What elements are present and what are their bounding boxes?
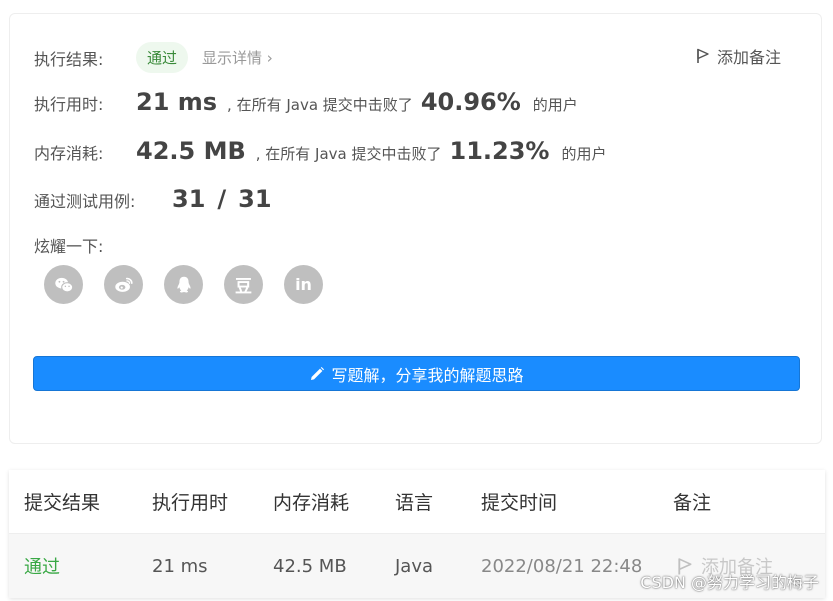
runtime-percent: 40.96%: [420, 88, 521, 116]
status-badge: 通过: [136, 42, 189, 73]
share-icons: 豆 in: [44, 265, 323, 304]
show-details-link[interactable]: 显示详情 ›: [202, 47, 273, 68]
result-row: 执行结果: 通过 显示详情 ›: [34, 42, 273, 73]
tests-passed: 31: [172, 185, 206, 213]
memory-percent: 11.23%: [449, 137, 550, 165]
qq-icon[interactable]: [164, 265, 203, 304]
linkedin-glyph: in: [295, 275, 312, 294]
result-label: 执行结果:: [34, 49, 104, 69]
watermark: CSDN @努力学习的梅子: [640, 573, 819, 592]
runtime-desc: , 在所有 Java 提交中击败了: [227, 96, 413, 114]
row-result[interactable]: 通过: [24, 534, 60, 598]
memory-row: 内存消耗: 42.5 MB , 在所有 Java 提交中击败了 11.23% 的…: [34, 137, 607, 165]
submission-result-card: 执行结果: 通过 显示详情 › 添加备注 执行用时: 21 ms , 在所有 J…: [9, 13, 822, 444]
header-result: 提交结果: [24, 492, 101, 514]
memory-label: 内存消耗:: [34, 144, 104, 163]
tests-separator: /: [217, 185, 227, 213]
header-note: 备注: [673, 492, 712, 514]
header-runtime: 执行用时: [152, 492, 229, 514]
runtime-label: 执行用时:: [34, 95, 104, 114]
header-submit-time: 提交时间: [481, 492, 558, 514]
row-language: Java: [395, 555, 434, 577]
wechat-icon[interactable]: [44, 265, 83, 304]
header-language: 语言: [395, 492, 434, 514]
douban-icon[interactable]: 豆: [224, 265, 263, 304]
memory-suffix: 的用户: [561, 145, 607, 163]
linkedin-icon[interactable]: in: [284, 265, 323, 304]
row-memory: 42.5 MB: [273, 555, 347, 577]
add-note-label: 添加备注: [716, 48, 781, 67]
row-runtime: 21 ms: [152, 555, 208, 577]
runtime-row: 执行用时: 21 ms , 在所有 Java 提交中击败了 40.96% 的用户: [34, 88, 578, 116]
tests-row: 通过测试用例: 31 / 31: [34, 185, 272, 213]
add-note-button[interactable]: 添加备注: [696, 44, 781, 68]
header-memory: 内存消耗: [273, 492, 350, 514]
douban-glyph: 豆: [235, 277, 252, 297]
flag-icon: [697, 48, 709, 63]
share-label: 炫耀一下:: [34, 237, 104, 256]
tests-total: 31: [238, 185, 272, 213]
runtime-value: 21 ms: [136, 88, 218, 116]
write-solution-button[interactable]: 写题解，分享我的解题思路: [33, 356, 800, 391]
weibo-icon[interactable]: [104, 265, 143, 304]
memory-value: 42.5 MB: [136, 137, 246, 165]
row-submit-time: 2022/08/21 22:48: [481, 555, 643, 577]
memory-desc: , 在所有 Java 提交中击败了: [255, 145, 442, 163]
table-header: 提交结果 执行用时 内存消耗 语言 提交时间 备注: [9, 470, 825, 534]
runtime-suffix: 的用户: [532, 96, 578, 114]
pencil-icon: [311, 366, 325, 380]
tests-label: 通过测试用例:: [34, 192, 136, 211]
write-solution-label: 写题解，分享我的解题思路: [331, 365, 524, 385]
